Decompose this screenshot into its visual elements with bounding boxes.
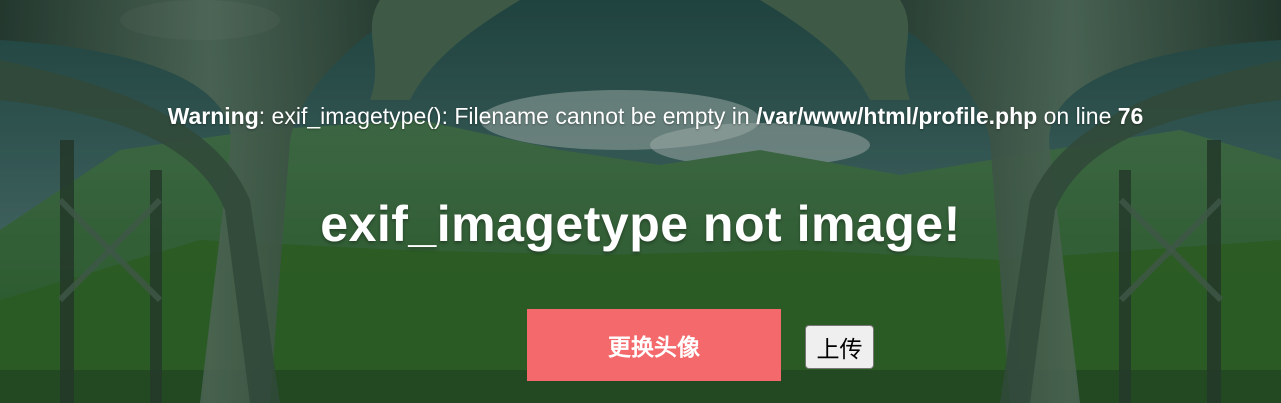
error-headline: exif_imagetype not image! [320, 196, 961, 252]
warning-file-path: /var/www/html/profile.php [756, 103, 1038, 129]
php-warning-message: Warning: exif_imagetype(): Filename cann… [0, 101, 1281, 131]
warning-label: Warning [167, 103, 259, 129]
upload-button[interactable]: 上传 [805, 325, 874, 369]
warning-text: : exif_imagetype(): Filename cannot be e… [258, 103, 757, 129]
warning-on-line: on line [1037, 103, 1118, 129]
change-avatar-button[interactable]: 更换头像 [527, 309, 781, 381]
warning-line-number: 76 [1117, 103, 1144, 129]
